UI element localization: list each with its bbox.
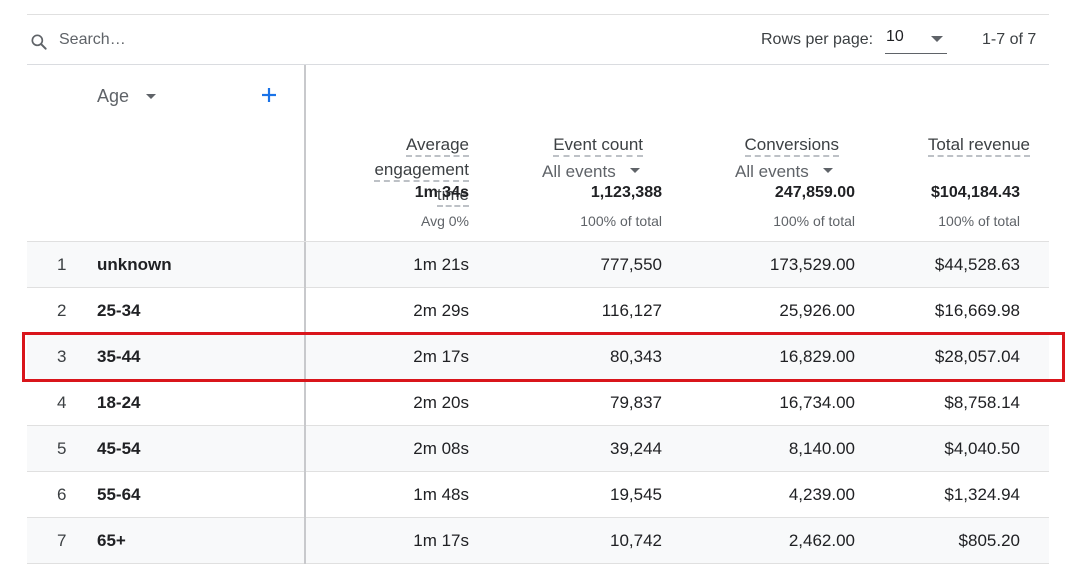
search-icon[interactable] <box>29 32 49 52</box>
row-conversions: 2,462.00 <box>788 531 855 550</box>
row-revenue: $4,040.50 <box>944 439 1020 458</box>
row-age: 35-44 <box>97 347 141 366</box>
row-avg-engagement-time: 2m 08s <box>413 439 469 458</box>
row-event-count: 39,244 <box>610 439 662 458</box>
table-row[interactable]: 6 55-64 1m 48s 19,545 4,239.00 $1,324.94 <box>27 472 1049 518</box>
row-revenue: $16,669.98 <box>934 301 1020 320</box>
row-age: 25-34 <box>97 301 141 320</box>
total-conversions-sub: 100% of total <box>773 213 855 229</box>
row-event-count: 777,550 <box>600 255 662 274</box>
row-conversions: 16,829.00 <box>779 347 855 366</box>
row-avg-engagement-time: 2m 17s <box>413 347 469 366</box>
row-age: unknown <box>97 255 172 274</box>
row-age: 55-64 <box>97 485 141 504</box>
row-avg-engagement-time: 1m 21s <box>413 255 469 274</box>
total-avg-engagement-time-sub: Avg 0% <box>421 213 469 229</box>
table-row[interactable]: 7 65+ 1m 17s 10,742 2,462.00 $805.20 <box>27 518 1049 564</box>
row-conversions: 173,529.00 <box>769 255 855 274</box>
row-index: 3 <box>57 347 67 366</box>
row-event-count: 79,837 <box>610 393 662 412</box>
header-conversions[interactable]: Conversions <box>744 132 839 157</box>
row-event-count: 80,343 <box>610 347 662 366</box>
table-row[interactable]: 5 45-54 2m 08s 39,244 8,140.00 $4,040.50 <box>27 426 1049 472</box>
row-event-count: 116,127 <box>601 301 662 320</box>
chevron-down-icon <box>629 168 640 174</box>
total-avg-engagement-time: 1m 34s <box>414 184 469 201</box>
table-row[interactable]: 3 35-44 2m 17s 80,343 16,829.00 $28,057.… <box>27 334 1049 380</box>
row-avg-engagement-time: 1m 48s <box>413 485 469 504</box>
event-count-event-selector[interactable]: All events <box>542 162 640 182</box>
table-row[interactable]: 4 18-24 2m 20s 79,837 16,734.00 $8,758.1… <box>27 380 1049 426</box>
row-revenue: $44,528.63 <box>934 255 1020 274</box>
column-divider <box>304 242 306 288</box>
header-event-count[interactable]: Event count <box>553 132 643 157</box>
row-age: 45-54 <box>97 439 141 458</box>
row-conversions: 4,239.00 <box>788 485 855 504</box>
row-index: 2 <box>57 301 67 320</box>
rows-per-page-select[interactable]: 10 <box>885 25 947 54</box>
report-table-card: Search… Rows per page: 10 1-7 of 7 Age A… <box>27 14 1049 564</box>
row-index: 4 <box>57 393 67 412</box>
table-row[interactable]: 2 25-34 2m 29s 116,127 25,926.00 $16,669… <box>27 288 1049 334</box>
row-age: 18-24 <box>97 393 141 412</box>
column-divider <box>304 426 306 472</box>
chevron-down-icon[interactable] <box>146 94 156 99</box>
table-toolbar: Search… Rows per page: 10 1-7 of 7 <box>27 15 1049 65</box>
row-conversions: 16,734.00 <box>779 393 855 412</box>
column-divider <box>304 472 306 518</box>
total-revenue-sub: 100% of total <box>938 213 1020 229</box>
plus-icon[interactable] <box>259 85 279 105</box>
row-revenue: $805.20 <box>958 531 1020 550</box>
row-revenue: $28,057.04 <box>934 347 1020 366</box>
total-event-count-sub: 100% of total <box>580 213 662 229</box>
row-age: 65+ <box>97 531 126 550</box>
row-revenue: $1,324.94 <box>944 485 1020 504</box>
search-input[interactable]: Search… <box>59 31 126 49</box>
column-divider <box>304 65 306 241</box>
row-index: 6 <box>57 485 67 504</box>
rows-per-page-label: Rows per page: <box>761 31 874 48</box>
total-conversions: 247,859.00 <box>774 184 855 201</box>
pagination-range: 1-7 of 7 <box>982 31 1037 48</box>
column-divider <box>304 380 306 426</box>
table-header: Age Average engagement time Event count … <box>27 65 1049 242</box>
row-index: 1 <box>57 255 67 274</box>
row-avg-engagement-time: 2m 20s <box>413 393 469 412</box>
total-event-count: 1,123,388 <box>590 184 662 201</box>
table-row[interactable]: 1 unknown 1m 21s 777,550 173,529.00 $44,… <box>27 242 1049 288</box>
row-conversions: 25,926.00 <box>779 301 855 320</box>
row-index: 7 <box>57 531 67 550</box>
dimension-selector-age[interactable]: Age <box>97 86 129 107</box>
row-event-count: 10,742 <box>610 531 662 550</box>
column-divider <box>304 518 306 564</box>
header-total-revenue[interactable]: Total revenue <box>927 132 1030 157</box>
row-conversions: 8,140.00 <box>788 439 855 458</box>
row-revenue: $8,758.14 <box>944 393 1020 412</box>
row-avg-engagement-time: 1m 17s <box>413 531 469 550</box>
chevron-down-icon <box>822 168 833 174</box>
column-divider <box>304 288 306 334</box>
total-revenue: $104,184.43 <box>931 184 1020 201</box>
column-divider <box>304 334 306 380</box>
row-event-count: 19,545 <box>610 485 662 504</box>
chevron-down-icon <box>931 36 943 42</box>
row-avg-engagement-time: 2m 29s <box>413 301 469 320</box>
row-index: 5 <box>57 439 67 458</box>
conversions-event-selector[interactable]: All events <box>735 162 833 182</box>
rows-per-page-value: 10 <box>886 28 904 45</box>
